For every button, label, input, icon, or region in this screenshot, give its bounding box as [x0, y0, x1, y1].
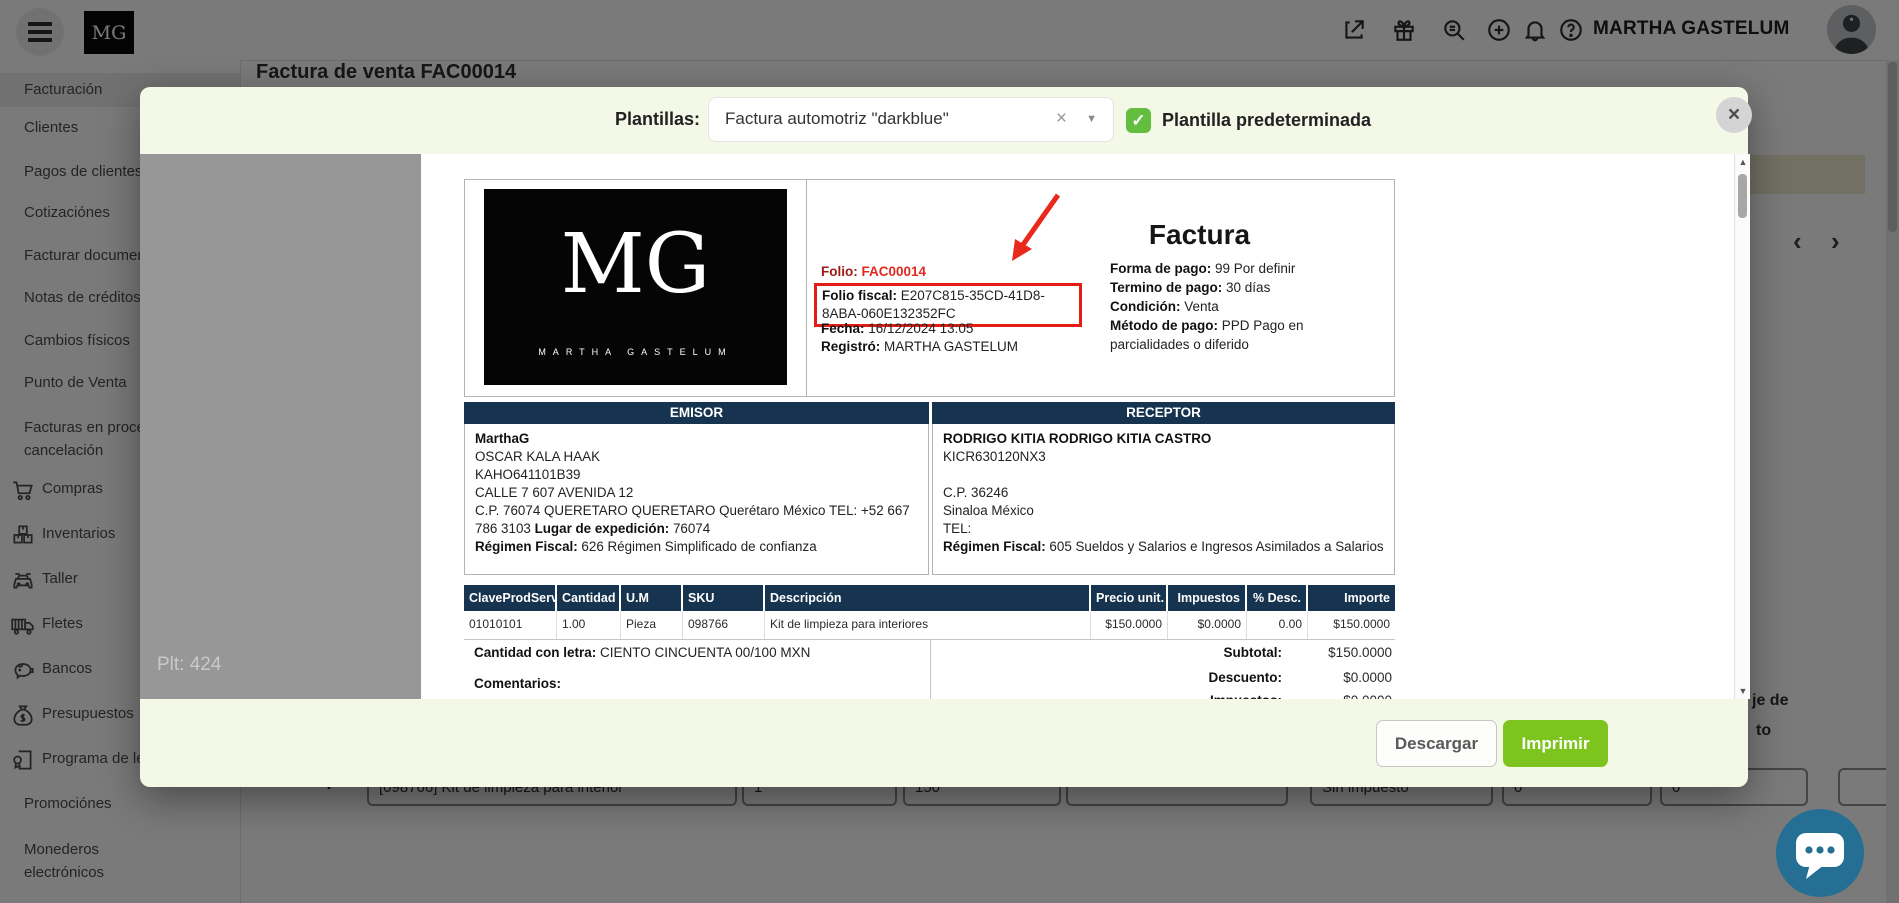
- check-icon: ✓: [1131, 111, 1145, 130]
- preview-scrollbar-thumb[interactable]: [1738, 174, 1747, 218]
- header-divider: [806, 179, 807, 397]
- template-preview-modal: Plantillas: Factura automotriz "darkblue…: [140, 87, 1748, 787]
- folio-fiscal-label: Folio fiscal:: [822, 288, 897, 303]
- items-table-header: ClaveProdServ Cantidad U.M SKU Descripci…: [464, 585, 1395, 611]
- screen: MG MARTHA GASTELUM Facturación Clientes …: [0, 0, 1899, 903]
- folio-label: Folio:: [821, 264, 858, 279]
- template-select-value: Factura automotriz "darkblue": [725, 109, 949, 129]
- invoice-logo-mg: MG: [484, 217, 787, 313]
- default-template-checkbox[interactable]: ✓: [1126, 108, 1151, 133]
- invoice-preview-pane: MG MARTHA GASTELUM Folio: FAC00014 Folio…: [421, 154, 1734, 699]
- emisor-header: EMISOR: [464, 402, 929, 424]
- scroll-down-icon[interactable]: ▼: [1737, 686, 1749, 696]
- descuento-row: Descuento: $0.0000: [1024, 670, 1392, 685]
- subtotal-row: Subtotal: $150.0000: [1024, 645, 1392, 660]
- emisor-block: MarthaG OSCAR KALA HAAK KAHO641101B39 CA…: [464, 424, 929, 575]
- fecha-field: Fecha: 16/12/2024 13:05: [821, 321, 973, 336]
- plantillas-label: Plantillas:: [520, 109, 700, 130]
- totals-divider: [930, 639, 931, 699]
- chat-fab[interactable]: [1776, 809, 1864, 897]
- scroll-up-icon[interactable]: ▲: [1737, 157, 1749, 167]
- amount-in-words: Cantidad con letra: CIENTO CINCUENTA 00/…: [474, 645, 810, 660]
- receptor-block: RODRIGO KITIA RODRIGO KITIA CASTRO KICR6…: [932, 424, 1395, 575]
- invoice-title: Factura: [1004, 219, 1395, 251]
- default-template-label: Plantilla predeterminada: [1162, 110, 1371, 131]
- imprimir-button[interactable]: Imprimir: [1503, 720, 1608, 767]
- comments-label: Comentarios:: [474, 676, 561, 691]
- preview-backdrop: Plt: 424: [140, 154, 421, 699]
- invoice-logo-subtext: MARTHA GASTELUM: [484, 347, 787, 357]
- folio-field: Folio: FAC00014: [821, 264, 926, 279]
- items-table-row: 01010101 1.00 Pieza 098766 Kit de limpie…: [464, 611, 1395, 640]
- chevron-down-icon[interactable]: ▼: [1086, 113, 1097, 125]
- clear-selection-icon[interactable]: ×: [1056, 108, 1067, 130]
- impuestos-row: Impuestos: $0.0000: [1024, 693, 1392, 699]
- payment-info-block: Forma de pago: 99 Por definir Termino de…: [1110, 259, 1330, 354]
- close-modal-button[interactable]: ×: [1716, 97, 1752, 133]
- preview-scrollbar[interactable]: ▲ ▼: [1734, 154, 1750, 699]
- descargar-button[interactable]: Descargar: [1376, 720, 1497, 767]
- invoice-logo: MG MARTHA GASTELUM: [484, 189, 787, 385]
- template-id-label: Plt: 424: [157, 654, 221, 676]
- invoice-document: MG MARTHA GASTELUM Folio: FAC00014 Folio…: [464, 179, 1395, 699]
- template-select[interactable]: Factura automotriz "darkblue" × ▼: [708, 97, 1114, 142]
- registro-field: Registró: MARTHA GASTELUM: [821, 339, 1018, 354]
- chat-bubble-icon: [1776, 809, 1864, 897]
- folio-value: FAC00014: [862, 264, 927, 279]
- receptor-header: RECEPTOR: [932, 402, 1395, 424]
